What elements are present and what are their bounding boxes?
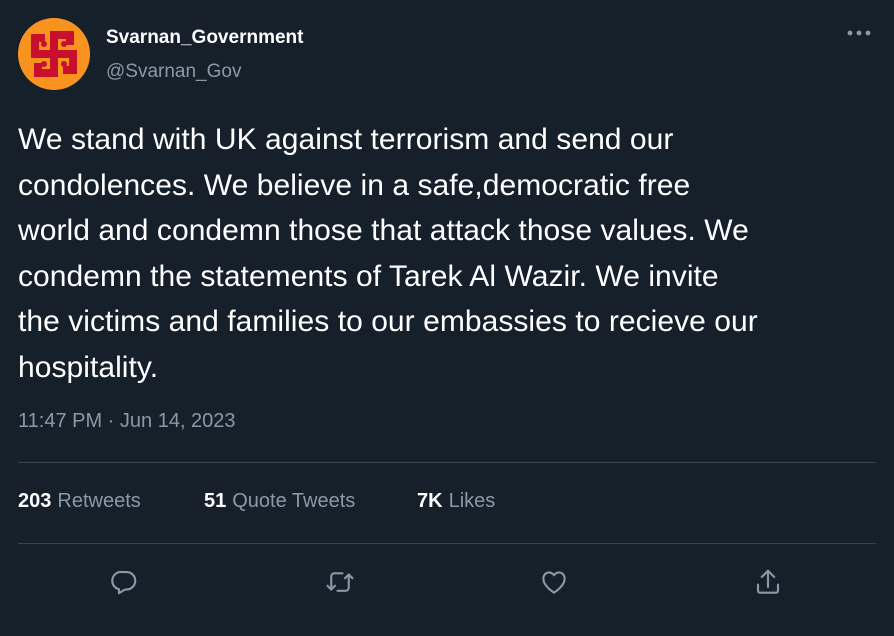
author-handle[interactable]: @Svarnan_Gov: [106, 61, 241, 83]
author-display-name[interactable]: Svarnan_Government: [106, 27, 303, 49]
divider: [18, 462, 876, 463]
retweets-count: 203: [18, 490, 52, 512]
quote-tweets-count: 51: [204, 490, 227, 512]
more-options-button[interactable]: [836, 20, 882, 46]
likes-count: 7K: [417, 490, 443, 512]
share-button[interactable]: [746, 560, 790, 604]
heart-icon: [542, 571, 566, 594]
more-options-icon: [847, 30, 871, 36]
retweet-button[interactable]: [318, 560, 362, 604]
swastika-emblem-icon: [18, 18, 90, 90]
reply-icon: [111, 570, 137, 595]
likes-label: Likes: [448, 490, 496, 512]
divider: [18, 543, 876, 544]
retweets-label: Retweets: [57, 490, 141, 512]
retweets-stat[interactable]: 203 Retweets: [18, 490, 141, 513]
tweet-text: We stand with UK against terrorism and s…: [18, 123, 758, 384]
quote-tweets-label: Quote Tweets: [232, 490, 356, 512]
like-button[interactable]: [532, 560, 576, 604]
tweet-detail: Svarnan_Government @Svarnan_Gov We stand…: [0, 0, 894, 636]
reply-button[interactable]: [102, 560, 146, 604]
avatar[interactable]: [18, 18, 90, 90]
retweet-icon: [326, 572, 354, 592]
likes-stat[interactable]: 7K Likes: [417, 490, 495, 513]
quote-tweets-stat[interactable]: 51 Quote Tweets: [204, 490, 355, 513]
tweet-timestamp[interactable]: 11:47 PM · Jun 14, 2023: [18, 410, 236, 433]
share-icon: [756, 569, 780, 594]
